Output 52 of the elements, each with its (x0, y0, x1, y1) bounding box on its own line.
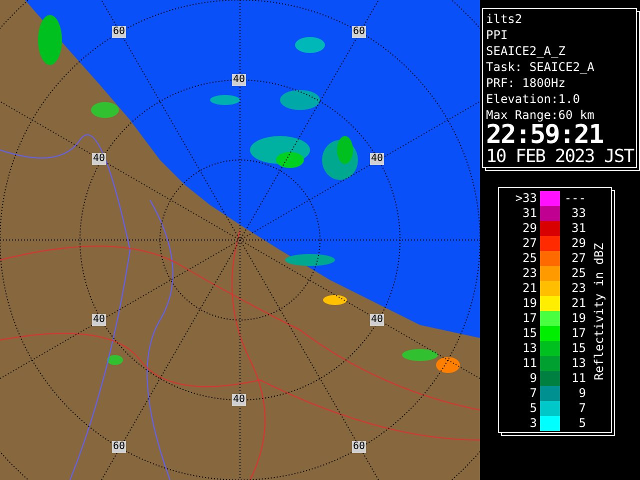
legend-value: 3 (528, 416, 538, 431)
legend-value: 13 (522, 341, 538, 356)
legend-value: 15 (570, 341, 587, 356)
legend-value: 17 (522, 311, 538, 326)
legend-value: 21 (522, 281, 538, 296)
legend-value: 5 (578, 416, 587, 431)
range-label: 60 (112, 441, 126, 453)
legend-value: 21 (570, 296, 587, 311)
legend-value: 19 (522, 296, 538, 311)
legend-value: 7 (578, 401, 587, 416)
range-label: 60 (352, 26, 366, 38)
legend-value: 25 (522, 251, 538, 266)
legend-value: 31 (570, 221, 587, 236)
legend-value: 19 (570, 311, 587, 326)
info-text: Max Range:60 km (486, 107, 596, 123)
time-text: 22:59:21 (486, 123, 604, 147)
range-label: 40 (232, 394, 246, 406)
info-text: PRF: 1800Hz (486, 75, 566, 91)
range-label: 40 (92, 153, 106, 165)
legend-value: 27 (522, 236, 538, 251)
legend-value: 11 (570, 371, 587, 386)
legend-value: 27 (570, 251, 587, 266)
legend-value: 23 (570, 281, 587, 296)
legend-value: 15 (522, 326, 538, 341)
info-text: ilts2 (486, 11, 524, 27)
range-label: 40 (92, 314, 106, 326)
legend-value: 17 (570, 326, 587, 341)
legend-value: --- (563, 191, 587, 206)
range-label: 40 (370, 153, 384, 165)
legend-value: 9 (578, 386, 587, 401)
legend-value: 33 (570, 206, 587, 221)
legend-value: 13 (570, 356, 587, 371)
legend-value: 29 (570, 236, 587, 251)
legend-value: 23 (522, 266, 538, 281)
legend-value: 7 (528, 386, 538, 401)
date-text: 10 FEB 2023 JST (486, 147, 634, 167)
legend-value: 5 (528, 401, 538, 416)
info-text: Task: SEAICE2_A (486, 59, 596, 75)
range-label: 60 (112, 26, 126, 38)
range-label: 40 (370, 314, 384, 326)
range-label: 60 (352, 441, 366, 453)
legend-value: 11 (522, 356, 538, 371)
range-label: 40 (232, 74, 246, 86)
info-text: SEAICE2_A_Z (486, 43, 566, 59)
legend-value: 25 (570, 266, 587, 281)
legend-value: 31 (522, 206, 538, 221)
legend-title: Reflectivity in dBZ (592, 242, 606, 380)
info-text: Elevation:1.0 (486, 91, 581, 107)
legend-value: >33 (514, 191, 538, 206)
legend-value: 29 (522, 221, 538, 236)
legend-value: 9 (528, 371, 538, 386)
info-text: PPI (486, 27, 509, 43)
